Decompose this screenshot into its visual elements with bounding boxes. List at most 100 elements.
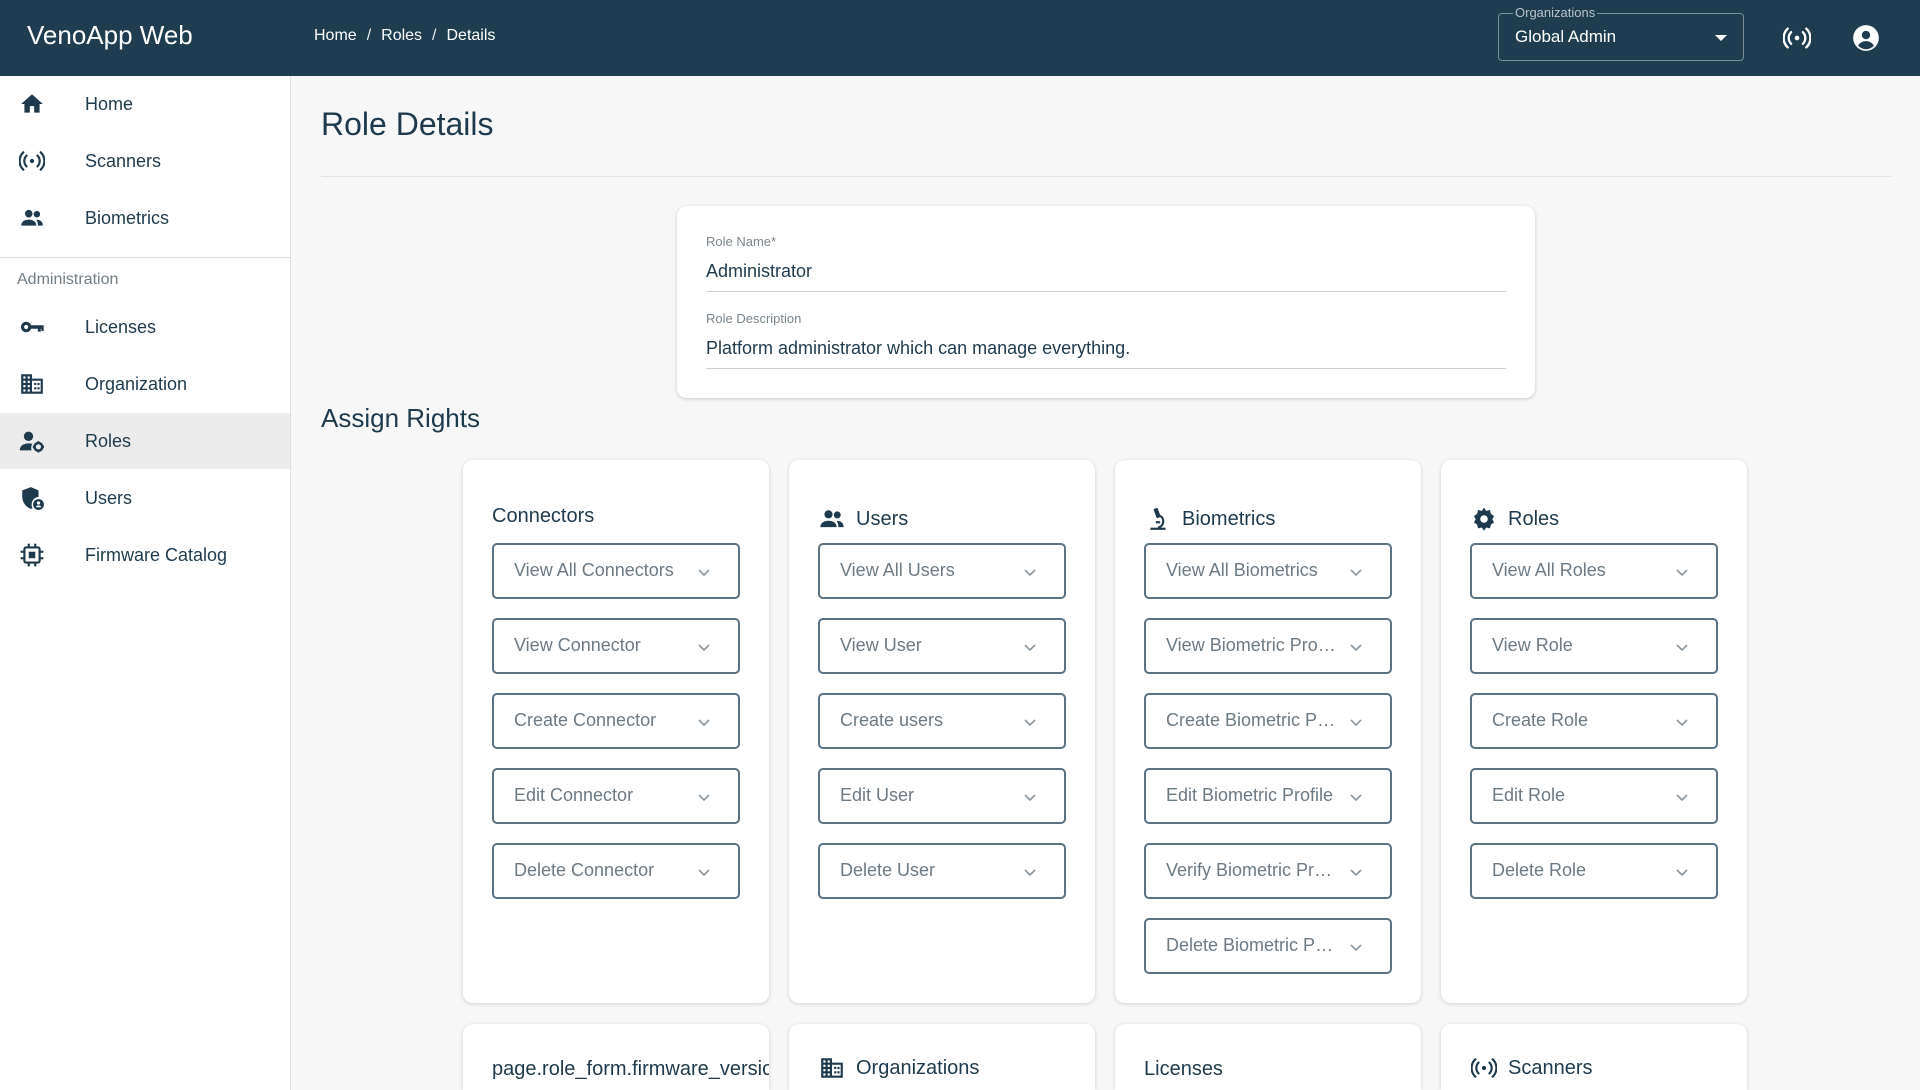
chevron-down-icon [1676,869,1688,877]
rights-card-connectors: Connectors View All Connectors View Conn… [463,460,769,1003]
breadcrumb: Home / Roles / Details [314,27,495,45]
scanner-icon [18,147,46,175]
permission-select[interactable]: Edit Role [1470,768,1718,824]
permission-select[interactable]: View All Connectors [492,543,740,599]
permission-select[interactable]: Verify Biometric Profile [1144,843,1392,899]
permission-select[interactable]: View All Roles [1470,543,1718,599]
card-header: Licenses [1144,1058,1223,1081]
sidebar: Home Scanners Biometrics Administration … [0,76,291,1090]
rights-card-roles: Roles View All Roles View Role Create Ro… [1441,460,1747,1003]
role-description-underline [706,368,1506,369]
permission-select[interactable]: Create Biometric Profile [1144,693,1392,749]
account-icon[interactable] [1850,22,1882,54]
permission-select[interactable]: Edit Connector [492,768,740,824]
permission-label: View User [840,635,922,655]
card-title: page.role_form.firmware_versions [492,1058,769,1080]
chevron-down-icon [1676,719,1688,727]
permission-label: View Role [1492,635,1573,655]
sidebar-divider [0,257,290,258]
sidebar-item-scanners[interactable]: Scanners [0,133,290,189]
role-name-underline [706,291,1506,292]
rights-card-scanners: Scanners [1441,1024,1747,1090]
rights-card-users: Users View All Users View User Create us… [789,460,1095,1003]
sidebar-item-label: Roles [85,430,132,451]
rights-card-organizations: Organizations [789,1024,1095,1090]
chevron-down-icon [1024,569,1036,577]
card-header: Roles [1470,505,1559,533]
permission-select[interactable]: Delete Connector [492,843,740,899]
role-name-label: Role Name* [706,234,776,249]
sidebar-item-label: Licenses [85,316,157,337]
permission-select[interactable]: Edit User [818,768,1066,824]
sidebar-item-licenses[interactable]: Licenses [0,299,290,355]
permission-label: Create Role [1492,710,1589,730]
permission-label: Create Biometric Profile [1166,710,1336,730]
sidebar-item-label: Home [85,93,134,114]
breadcrumb-roles[interactable]: Roles [381,27,422,45]
sidebar-item-roles[interactable]: Roles [0,413,290,469]
permission-select[interactable]: View Role [1470,618,1718,674]
chevron-down-icon [1350,794,1362,802]
permission-select[interactable]: View All Biometrics [1144,543,1392,599]
title-divider [321,176,1891,177]
card-title: Roles [1508,507,1560,530]
sidebar-item-label: Organization [85,373,188,394]
app-title[interactable]: VenoApp Web [27,20,193,51]
permission-label: Delete Connector [514,860,655,880]
sidebar-item-label: Users [85,487,133,508]
chevron-down-icon [1350,719,1362,727]
sidebar-item-label: Scanners [85,150,162,171]
permission-label: Edit User [840,785,915,805]
rights-card-firmware-versions: page.role_form.firmware_versions [463,1024,769,1090]
permission-label: Create users [840,710,944,730]
card-header: Biometrics [1144,505,1275,533]
chevron-down-icon [1350,944,1362,952]
role-name-input[interactable]: Administrator [706,261,812,282]
scanner-icon [1470,1054,1498,1082]
building-icon [818,1054,846,1082]
sidebar-item-label: Firmware Catalog [85,544,228,565]
page-title: Role Details [321,106,494,142]
permission-select[interactable]: View Biometric Profile [1144,618,1392,674]
organization-select[interactable]: Organizations Global Admin [1498,5,1744,61]
card-title: Biometrics [1182,507,1276,530]
sidebar-item-biometrics[interactable]: Biometrics [0,190,290,246]
permission-select[interactable]: Delete Biometric Profile [1144,918,1392,974]
sidebar-item-users[interactable]: Users [0,470,290,526]
permission-label: Verify Biometric Profile [1166,860,1336,880]
permission-select[interactable]: Create Connector [492,693,740,749]
card-header: Connectors [492,505,594,528]
permission-label: View Connector [514,635,641,655]
permission-select[interactable]: Create Role [1470,693,1718,749]
sidebar-item-firmware-catalog[interactable]: Firmware Catalog [0,527,290,583]
permission-select[interactable]: View Connector [492,618,740,674]
permission-select[interactable]: Edit Biometric Profile [1144,768,1392,824]
scanner-icon[interactable] [1781,22,1813,54]
sidebar-item-home[interactable]: Home [0,76,290,132]
building-icon [18,370,46,398]
breadcrumb-home[interactable]: Home [314,27,357,45]
permission-label: Create Connector [514,710,657,730]
permission-select[interactable]: Create users [818,693,1066,749]
chevron-down-icon [1350,869,1362,877]
microscope-icon [1144,505,1172,533]
chevron-down-icon [1350,569,1362,577]
sidebar-item-organization[interactable]: Organization [0,356,290,412]
permission-label: View All Users [840,560,955,580]
role-description-input[interactable]: Platform administrator which can manage … [706,338,1130,359]
permission-select[interactable]: Delete Role [1470,843,1718,899]
chevron-down-icon [1024,644,1036,652]
card-header: page.role_form.firmware_versions [492,1058,769,1081]
breadcrumb-details: Details [446,27,496,44]
role-info-card: Role Name* Administrator Role Descriptio… [677,206,1535,398]
permission-select[interactable]: View All Users [818,543,1066,599]
permission-label: Delete Biometric Profile [1166,935,1336,955]
chevron-down-icon [698,794,710,802]
organization-select-label: Organizations [1513,5,1598,20]
permission-label: Edit Biometric Profile [1166,785,1334,805]
rights-card-licenses: Licenses [1115,1024,1421,1090]
permission-select[interactable]: Delete User [818,843,1066,899]
permission-label: Edit Role [1492,785,1566,805]
chevron-down-icon [698,569,710,577]
permission-select[interactable]: View User [818,618,1066,674]
